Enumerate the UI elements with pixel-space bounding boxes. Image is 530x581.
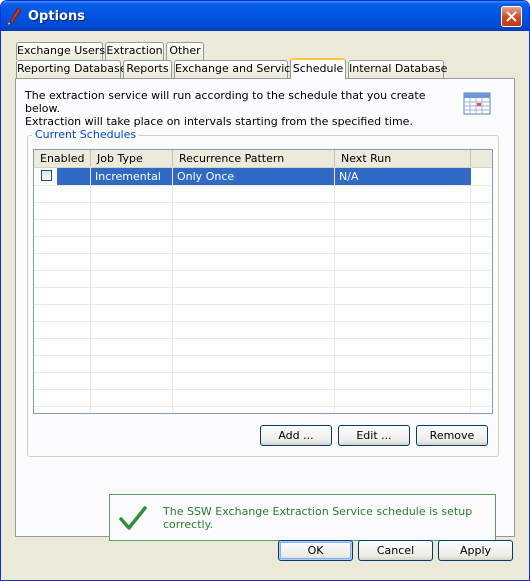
cancel-button[interactable]: Cancel xyxy=(358,540,433,561)
enabled-checkbox[interactable] xyxy=(41,170,52,181)
edit-button[interactable]: Edit ... xyxy=(338,425,410,446)
dialog-client: Exchange Users Extraction Other Reportin… xyxy=(4,31,526,577)
grid-row-line xyxy=(34,321,492,322)
grid-column-line xyxy=(90,167,91,413)
tab-reporting-database[interactable]: Reporting Database xyxy=(16,60,126,78)
grid-row-line xyxy=(34,219,492,220)
column-filler xyxy=(471,150,492,167)
calendar-icon xyxy=(463,92,491,115)
status-panel: The SSW Exchange Extraction Service sche… xyxy=(109,494,496,541)
grid-column-line xyxy=(172,167,173,413)
intro-line-1: The extraction service will run accordin… xyxy=(25,89,426,115)
tab-exchange-and-service[interactable]: Exchange and Service xyxy=(174,60,297,78)
grid-row-line xyxy=(34,270,492,271)
schedules-grid[interactable]: Enabled Job Type Recurrence Pattern Next… xyxy=(33,149,493,414)
column-recurrence-pattern[interactable]: Recurrence Pattern xyxy=(173,150,335,167)
grid-row-line xyxy=(34,202,492,203)
column-job-type[interactable]: Job Type xyxy=(91,150,173,167)
grid-row-line xyxy=(34,372,492,373)
column-enabled[interactable]: Enabled xyxy=(34,150,91,167)
enabled-cell xyxy=(34,168,57,185)
grid-column-line xyxy=(470,167,471,413)
next-run-cell: N/A xyxy=(335,168,471,185)
job-type-cell: Incremental xyxy=(91,168,172,185)
grid-row-line xyxy=(34,338,492,339)
grid-row-line xyxy=(34,236,492,237)
window-title: Options xyxy=(28,9,85,24)
grid-row-line xyxy=(34,253,492,254)
tab-other[interactable]: Other xyxy=(166,42,204,60)
grid-row-line xyxy=(34,185,492,186)
grid-row-line xyxy=(34,304,492,305)
current-schedules-label: Current Schedules xyxy=(32,128,140,141)
checkmark-icon xyxy=(119,506,147,530)
status-message: The SSW Exchange Extraction Service sche… xyxy=(163,505,473,531)
app-icon xyxy=(7,7,22,25)
grid-row-line xyxy=(34,389,492,390)
close-button[interactable] xyxy=(501,6,522,27)
tab-internal-database[interactable]: Internal Database xyxy=(348,60,447,78)
grid-header: Enabled Job Type Recurrence Pattern Next… xyxy=(34,150,492,168)
tab-exchange-users[interactable]: Exchange Users xyxy=(16,42,105,60)
intro-text: The extraction service will run accordin… xyxy=(25,89,445,128)
grid-row-line xyxy=(34,355,492,356)
close-icon xyxy=(506,11,517,22)
grid-column-line xyxy=(334,167,335,413)
grid-row-line xyxy=(34,406,492,407)
add-button[interactable]: Add ... xyxy=(260,425,332,446)
tab-schedule[interactable]: Schedule xyxy=(290,58,346,79)
enabled-cell-fill xyxy=(57,168,90,185)
table-row[interactable]: Incremental Only Once N/A xyxy=(34,168,471,185)
title-bar[interactable]: Options xyxy=(1,1,529,31)
apply-button[interactable]: Apply xyxy=(438,540,513,561)
recurrence-cell: Only Once xyxy=(173,168,334,185)
ok-button[interactable]: OK xyxy=(278,540,353,561)
tab-extraction[interactable]: Extraction xyxy=(105,42,164,60)
remove-button[interactable]: Remove xyxy=(416,425,488,446)
options-dialog: Options Exchange Users Extraction Other … xyxy=(0,0,530,581)
column-next-run[interactable]: Next Run xyxy=(335,150,471,167)
intro-line-2: Extraction will take place on intervals … xyxy=(25,115,413,128)
grid-row-line xyxy=(34,287,492,288)
tab-reports[interactable]: Reports xyxy=(123,60,172,78)
